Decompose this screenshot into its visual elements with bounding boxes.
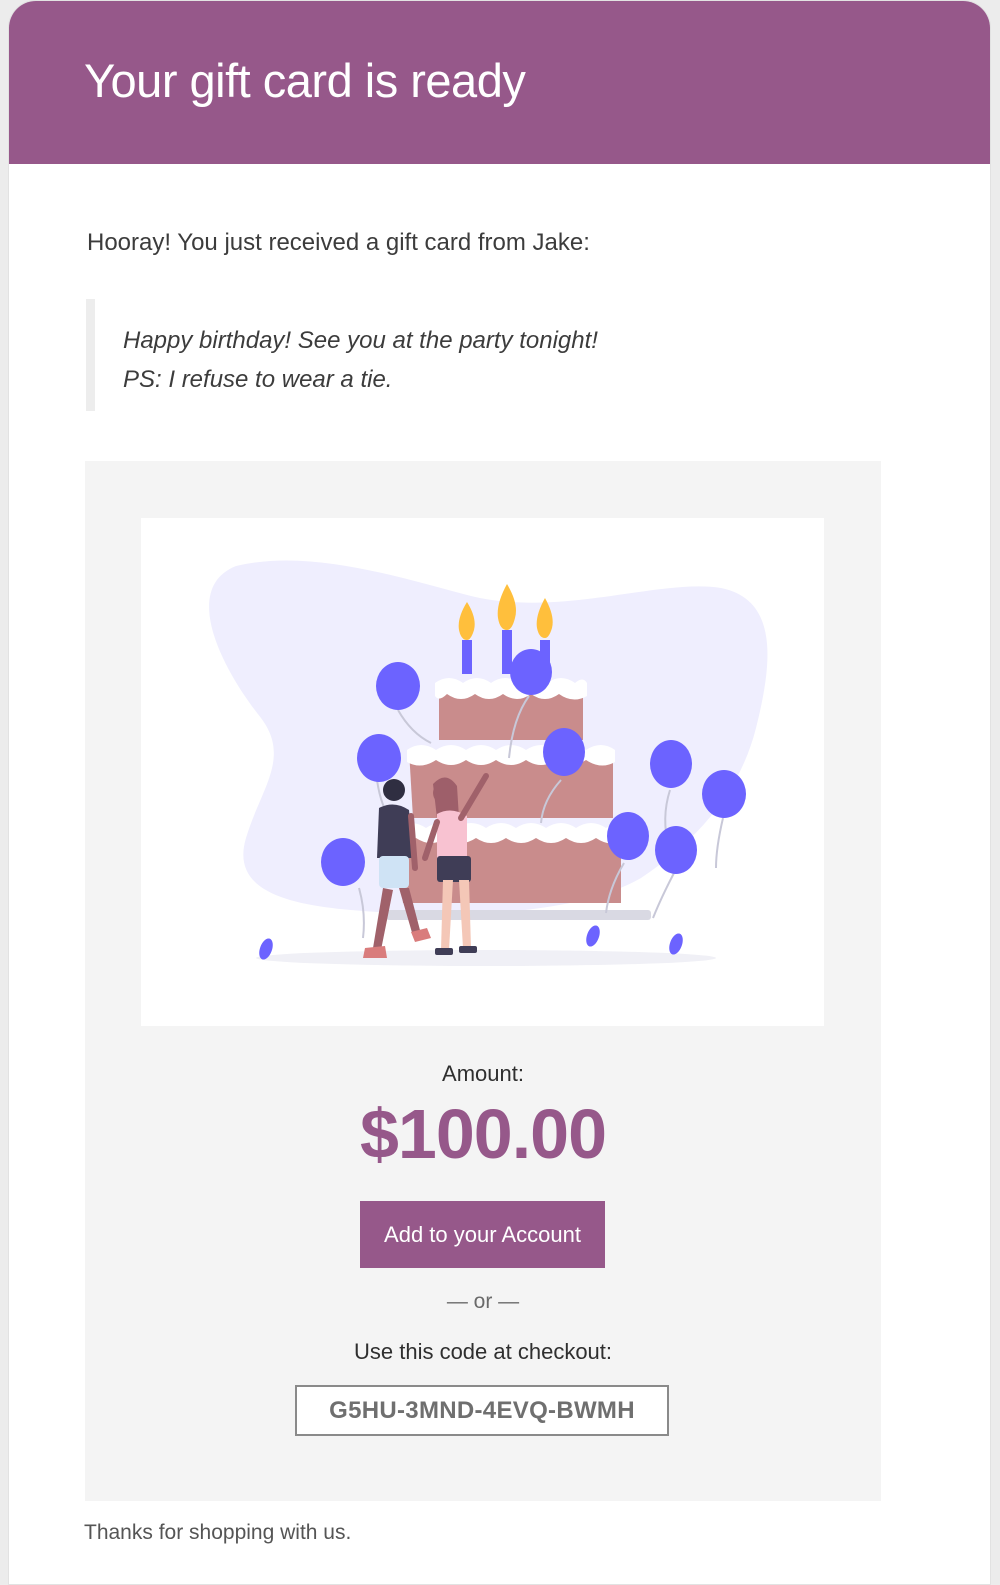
or-separator: — or — bbox=[446, 1290, 520, 1313]
add-to-account-button[interactable]: Add to your Account bbox=[360, 1201, 605, 1268]
quote-line-1: Happy birthday! See you at the party ton… bbox=[123, 327, 598, 354]
code-label: Use this code at checkout: bbox=[353, 1339, 613, 1364]
personal-message-quote: Happy birthday! See you at the party ton… bbox=[86, 299, 598, 411]
intro-text: Hooray! You just received a gift card fr… bbox=[87, 229, 590, 256]
gift-card-panel: Amount: $100.00 Add to your Account — or… bbox=[85, 461, 881, 1501]
gift-card-code[interactable]: G5HU-3MND-4EVQ-BWMH bbox=[295, 1385, 669, 1436]
email-title: Your gift card is ready bbox=[84, 54, 526, 107]
birthday-cake-illustration bbox=[141, 518, 824, 1026]
amount-value: $100.00 bbox=[359, 1095, 607, 1173]
gift-card-email: Your gift card is ready Hooray! You just… bbox=[8, 0, 991, 1585]
amount-label: Amount: bbox=[442, 1061, 524, 1086]
email-header: Your gift card is ready bbox=[9, 1, 990, 164]
footer-text: Thanks for shopping with us. bbox=[84, 1521, 352, 1544]
quote-line-2: PS: I refuse to wear a tie. bbox=[123, 366, 393, 393]
